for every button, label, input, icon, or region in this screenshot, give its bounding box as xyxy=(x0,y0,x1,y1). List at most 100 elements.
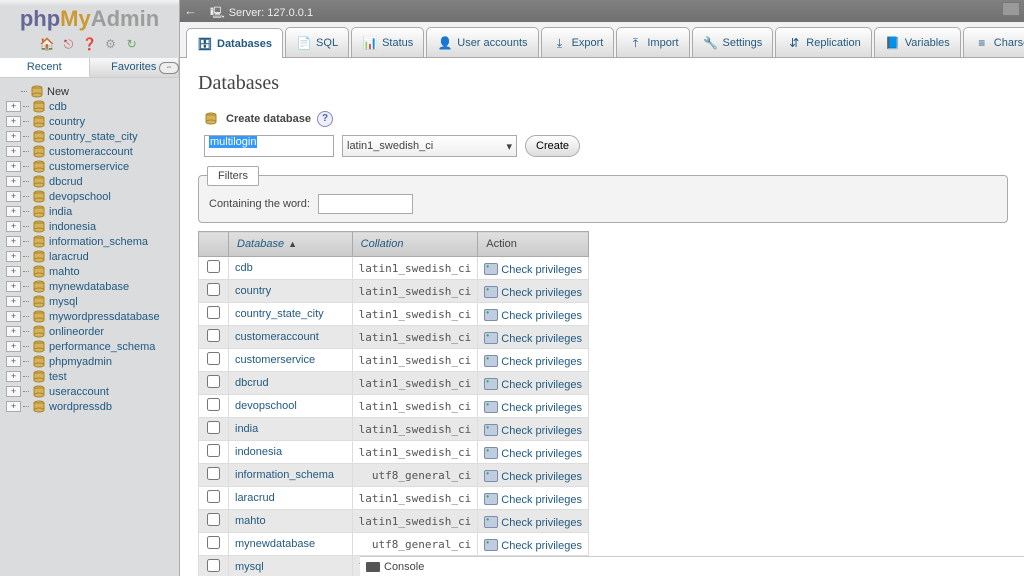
db-link[interactable]: country xyxy=(235,285,271,297)
nav-settings-icon[interactable]: ⚙ xyxy=(103,37,119,53)
tree-item-indonesia[interactable]: +indonesia xyxy=(6,219,179,234)
tab-settings[interactable]: 🔧Settings xyxy=(692,27,774,57)
expand-icon[interactable]: + xyxy=(6,371,21,382)
nav-collapse-handle[interactable]: ⇔ xyxy=(159,62,179,74)
row-checkbox[interactable] xyxy=(207,513,220,526)
db-link[interactable]: country_state_city xyxy=(235,308,324,320)
row-checkbox[interactable] xyxy=(207,467,220,480)
expand-icon[interactable]: + xyxy=(6,326,21,337)
check-privileges-link[interactable]: Check privileges xyxy=(501,287,582,299)
row-checkbox[interactable] xyxy=(207,283,220,296)
console-bar[interactable]: Console xyxy=(360,556,1024,576)
help-icon[interactable]: ? xyxy=(317,111,333,127)
tab-import[interactable]: ⤒Import xyxy=(616,27,689,57)
db-link[interactable]: customerservice xyxy=(235,354,315,366)
tree-item-customerservice[interactable]: +customerservice xyxy=(6,159,179,174)
tree-item-india[interactable]: +india xyxy=(6,204,179,219)
db-link[interactable]: mahto xyxy=(235,515,266,527)
expand-icon[interactable]: + xyxy=(6,191,21,202)
row-checkbox[interactable] xyxy=(207,329,220,342)
nav-back-icon[interactable]: ← xyxy=(184,3,197,18)
check-privileges-link[interactable]: Check privileges xyxy=(501,356,582,368)
expand-icon[interactable]: + xyxy=(6,281,21,292)
db-link[interactable]: information_schema xyxy=(235,469,334,481)
check-privileges-link[interactable]: Check privileges xyxy=(501,540,582,552)
expand-icon[interactable]: + xyxy=(6,206,21,217)
expand-icon[interactable]: + xyxy=(6,146,21,157)
docs-icon[interactable]: ❓ xyxy=(82,37,98,53)
expand-icon[interactable]: + xyxy=(6,101,21,112)
db-link[interactable]: dbcrud xyxy=(235,377,269,389)
check-privileges-link[interactable]: Check privileges xyxy=(501,448,582,460)
collation-select[interactable]: latin1_swedish_ci▾ xyxy=(342,135,517,157)
tree-item-mahto[interactable]: +mahto xyxy=(6,264,179,279)
tree-item-onlineorder[interactable]: +onlineorder xyxy=(6,324,179,339)
row-checkbox[interactable] xyxy=(207,444,220,457)
logout-icon[interactable]: ⎋ xyxy=(60,37,76,53)
db-link[interactable]: mynewdatabase xyxy=(235,538,315,550)
expand-icon[interactable]: + xyxy=(6,401,21,412)
server-label[interactable]: Server: 127.0.0.1 xyxy=(229,7,313,19)
expand-icon[interactable]: + xyxy=(6,131,21,142)
expand-icon[interactable]: + xyxy=(6,296,21,307)
check-privileges-link[interactable]: Check privileges xyxy=(501,264,582,276)
db-link[interactable]: cdb xyxy=(235,262,253,274)
new-db-name-input[interactable]: multilogin xyxy=(204,135,334,157)
tree-item-mywordpressdatabase[interactable]: +mywordpressdatabase xyxy=(6,309,179,324)
tree-item-customeraccount[interactable]: +customeraccount xyxy=(6,144,179,159)
tab-variables[interactable]: 📘Variables xyxy=(874,27,961,57)
expand-icon[interactable]: + xyxy=(6,251,21,262)
db-link[interactable]: laracrud xyxy=(235,492,275,504)
tree-item-mynewdatabase[interactable]: +mynewdatabase xyxy=(6,279,179,294)
col-database[interactable]: Database▲ xyxy=(229,232,353,257)
db-link[interactable]: customeraccount xyxy=(235,331,319,343)
expand-icon[interactable]: + xyxy=(6,311,21,322)
expand-icon[interactable]: + xyxy=(6,116,21,127)
reload-icon[interactable]: ↻ xyxy=(124,37,140,53)
tree-item-laracrud[interactable]: +laracrud xyxy=(6,249,179,264)
tab-export[interactable]: ⤓Export xyxy=(541,27,615,57)
db-link[interactable]: india xyxy=(235,423,258,435)
check-privileges-link[interactable]: Check privileges xyxy=(501,425,582,437)
tree-item-test[interactable]: +test xyxy=(6,369,179,384)
expand-icon[interactable]: + xyxy=(6,176,21,187)
tree-new-db[interactable]: New xyxy=(6,84,179,99)
row-checkbox[interactable] xyxy=(207,421,220,434)
row-checkbox[interactable] xyxy=(207,352,220,365)
expand-icon[interactable]: + xyxy=(6,161,21,172)
expand-icon[interactable]: + xyxy=(6,386,21,397)
check-privileges-link[interactable]: Check privileges xyxy=(501,402,582,414)
tab-databases[interactable]: 🗄Databases xyxy=(186,28,283,58)
tab-status[interactable]: 📊Status xyxy=(351,27,424,57)
tab-replication[interactable]: ⇵Replication xyxy=(775,27,871,57)
tab-user-accounts[interactable]: 👤User accounts xyxy=(426,27,538,57)
tree-item-phpmyadmin[interactable]: +phpmyadmin xyxy=(6,354,179,369)
expand-icon[interactable]: + xyxy=(6,341,21,352)
tree-item-devopschool[interactable]: +devopschool xyxy=(6,189,179,204)
pma-logo[interactable]: phpMyAdmin xyxy=(0,0,179,34)
db-link[interactable]: devopschool xyxy=(235,400,297,412)
page-settings-icon[interactable] xyxy=(1002,2,1020,16)
tree-item-country[interactable]: +country xyxy=(6,114,179,129)
col-collation[interactable]: Collation xyxy=(352,232,478,257)
filter-input[interactable] xyxy=(318,194,413,214)
tree-item-information_schema[interactable]: +information_schema xyxy=(6,234,179,249)
tree-item-cdb[interactable]: +cdb xyxy=(6,99,179,114)
tab-charsets[interactable]: ≡Charsets xyxy=(963,27,1024,57)
row-checkbox[interactable] xyxy=(207,536,220,549)
tab-sql[interactable]: 📄SQL xyxy=(285,27,349,57)
expand-icon[interactable]: + xyxy=(6,221,21,232)
tree-item-country_state_city[interactable]: +country_state_city xyxy=(6,129,179,144)
check-privileges-link[interactable]: Check privileges xyxy=(501,333,582,345)
row-checkbox[interactable] xyxy=(207,306,220,319)
expand-icon[interactable]: + xyxy=(6,356,21,367)
row-checkbox[interactable] xyxy=(207,375,220,388)
db-link[interactable]: indonesia xyxy=(235,446,282,458)
row-checkbox[interactable] xyxy=(207,559,220,572)
tree-item-performance_schema[interactable]: +performance_schema xyxy=(6,339,179,354)
row-checkbox[interactable] xyxy=(207,398,220,411)
row-checkbox[interactable] xyxy=(207,490,220,503)
check-privileges-link[interactable]: Check privileges xyxy=(501,471,582,483)
check-privileges-link[interactable]: Check privileges xyxy=(501,379,582,391)
expand-icon[interactable]: + xyxy=(6,236,21,247)
